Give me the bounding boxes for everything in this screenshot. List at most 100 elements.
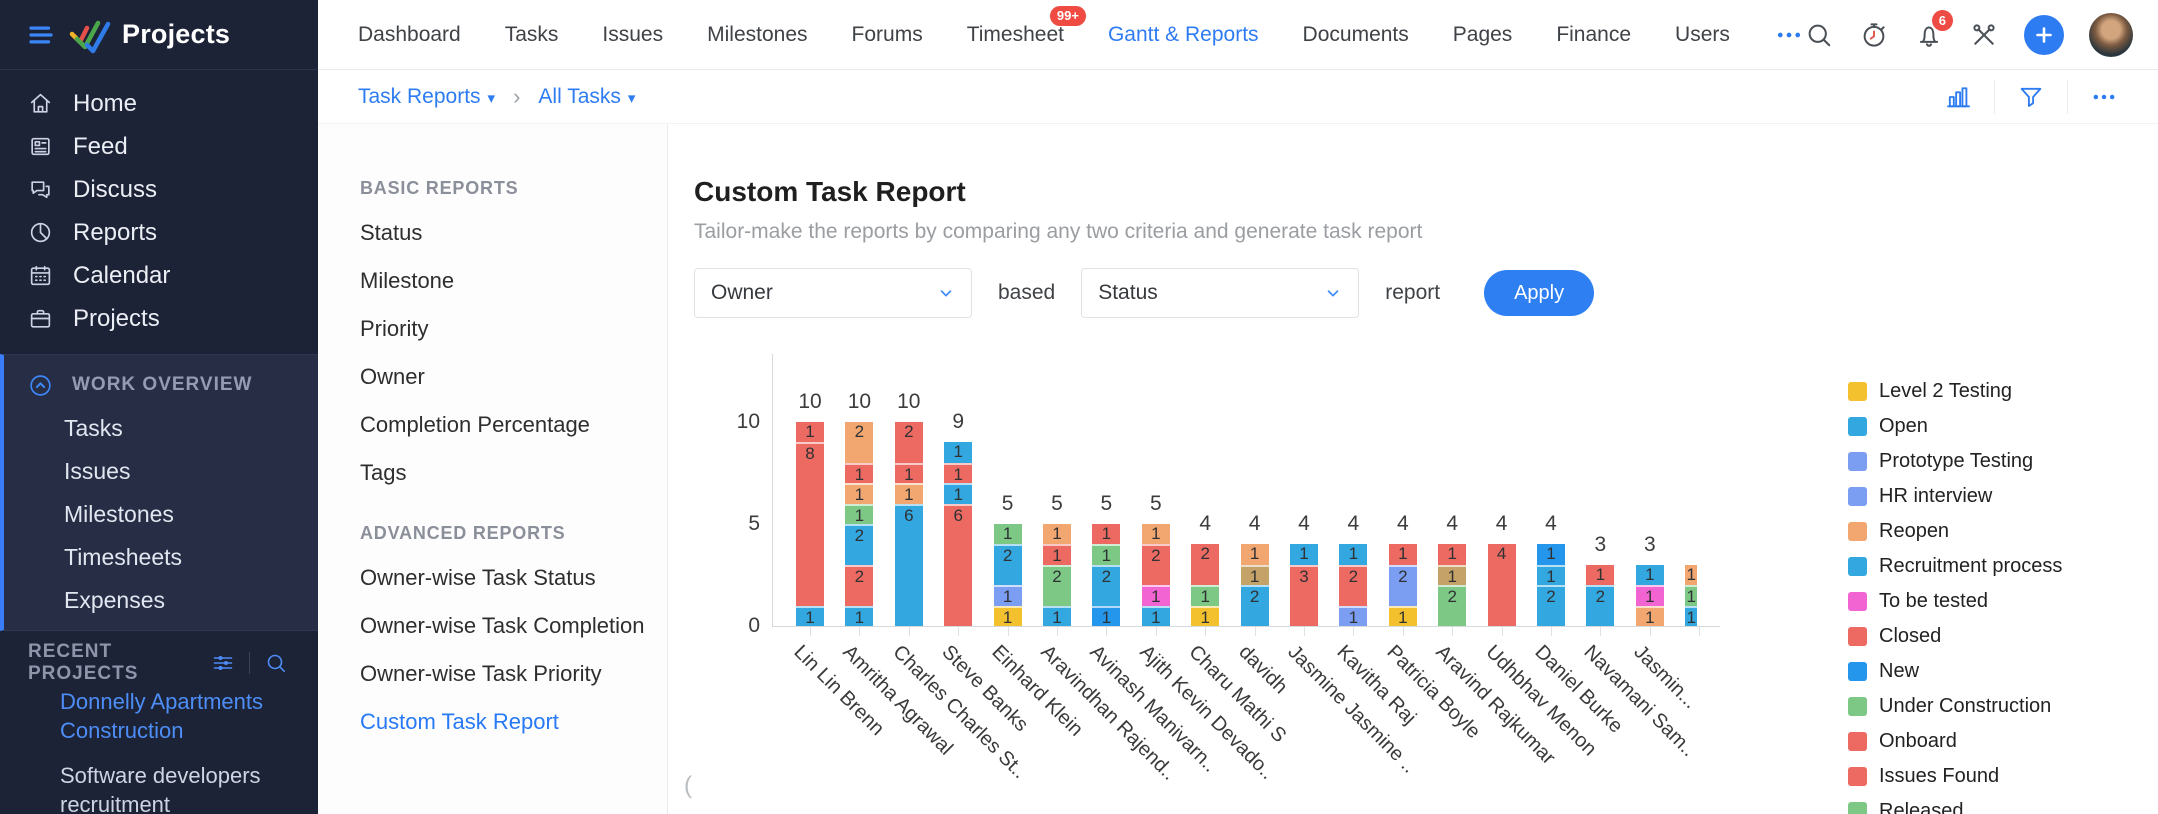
hamburger-menu-icon[interactable]: [26, 20, 56, 50]
bar-daniel-burke[interactable]: 112: [1537, 544, 1565, 626]
report-item-tags[interactable]: Tags: [360, 449, 667, 497]
sidebar-item-milestones[interactable]: Milestones: [4, 493, 318, 536]
bar-segment-red: 8: [796, 442, 824, 606]
nav-item-gantt-reports[interactable]: Gantt & Reports: [1108, 23, 1259, 47]
sidebar-item-timesheets[interactable]: Timesheets: [4, 536, 318, 579]
bar-avinash-manivarn[interactable]: 1121: [1092, 524, 1121, 626]
sliders-icon[interactable]: [211, 651, 235, 675]
work-overview-header[interactable]: WORK OVERVIEW: [4, 363, 318, 407]
legend-item-closed[interactable]: Closed: [1848, 625, 2062, 648]
bar-navamani-sam[interactable]: 12: [1586, 564, 1615, 626]
sidebar-item-feed[interactable]: Feed: [0, 125, 318, 168]
nav-item-users[interactable]: Users: [1675, 23, 1730, 47]
add-icon[interactable]: [2023, 14, 2064, 55]
search-projects-icon[interactable]: [264, 651, 288, 675]
segment-value: 2: [1595, 587, 1606, 607]
chart-view-icon[interactable]: [1944, 83, 1972, 111]
bar-segment-pink: 1: [1141, 585, 1170, 606]
bar-aravindhan-rajend[interactable]: 1121: [1043, 524, 1071, 626]
breadcrumb-row: Task Reports ▾ › All Tasks ▾: [318, 70, 2158, 124]
search-icon[interactable]: [1804, 20, 1834, 50]
legend-item-new[interactable]: New: [1848, 660, 2062, 683]
legend-item-recruitment-process[interactable]: Recruitment process: [1848, 555, 2062, 578]
bar-segment-red: 1: [1586, 564, 1615, 586]
report-item-completion-percentage[interactable]: Completion Percentage: [360, 401, 667, 449]
sidebar-item-tasks[interactable]: Tasks: [4, 407, 318, 450]
report-item-status[interactable]: Status: [360, 209, 667, 257]
nav-item-milestones[interactable]: Milestones: [707, 23, 807, 47]
legend-item-hr-interview[interactable]: HR interview: [1848, 485, 2062, 508]
nav-item-finance[interactable]: Finance: [1556, 23, 1631, 47]
report-item-owner-wise-task-priority[interactable]: Owner-wise Task Priority: [360, 650, 667, 698]
sidebar-item-reports[interactable]: Reports: [0, 211, 318, 254]
x-axis-tick: [1551, 627, 1552, 636]
bar-steve-banks[interactable]: 1116: [944, 442, 973, 626]
bar-lin-lin-brenn[interactable]: 1 8 1: [796, 422, 824, 626]
filter-icon[interactable]: [2017, 83, 2045, 111]
nav-item-dashboard[interactable]: Dashboard: [358, 23, 461, 47]
tools-icon[interactable]: [1969, 20, 1999, 50]
nav-item-issues[interactable]: Issues: [602, 23, 663, 47]
zoho-projects-logo-icon[interactable]: [68, 15, 112, 55]
report-item-custom-task-report[interactable]: Custom Task Report: [360, 698, 667, 746]
nav-item-timesheet[interactable]: Timesheet 99+: [967, 5, 1086, 47]
recent-projects-header: RECENT PROJECTS: [0, 641, 318, 684]
bar-udhbhav-menon[interactable]: 4: [1487, 544, 1516, 626]
nav-item-forums[interactable]: Forums: [852, 23, 923, 47]
nav-item-more-menu[interactable]: [1774, 20, 1804, 50]
segment-value: 8: [805, 444, 815, 464]
report-item-owner-wise-task-completion[interactable]: Owner-wise Task Completion: [360, 602, 667, 650]
sidebar-item-expenses[interactable]: Expenses: [4, 579, 318, 622]
nav-item-pages[interactable]: Pages: [1453, 23, 1513, 47]
nav-item-documents[interactable]: Documents: [1303, 23, 1409, 47]
legend-item-released[interactable]: Released: [1848, 800, 2062, 814]
sidebar-item-projects[interactable]: Projects: [0, 297, 318, 340]
second-criteria-select[interactable]: Status: [1081, 268, 1360, 318]
legend-item-reopen[interactable]: Reopen: [1848, 520, 2062, 543]
bar-jasmin[interactable]: 111: [1635, 564, 1664, 626]
breadcrumb-task-reports[interactable]: Task Reports ▾: [358, 85, 495, 109]
bar-partial[interactable]: 111: [1685, 564, 1698, 626]
sidebar-item-calendar[interactable]: Calendar: [0, 254, 318, 297]
bar-patricia-boyle[interactable]: 121: [1388, 544, 1417, 626]
bar-jasmine-jasmine[interactable]: 13: [1290, 544, 1318, 626]
report-item-owner[interactable]: Owner: [360, 353, 667, 401]
bar-segment-green: 2: [1438, 585, 1467, 626]
user-avatar[interactable]: [2088, 12, 2133, 57]
bar-charu-mathi-s[interactable]: 2 11: [1191, 544, 1220, 626]
bell-icon[interactable]: 6: [1914, 9, 1953, 50]
legend-item-level-2-testing[interactable]: Level 2 Testing: [1848, 380, 2062, 403]
recent-project-donnelly-apartments-construction[interactable]: Donnelly Apartments Construction: [0, 681, 318, 755]
bar-aravind-rajkumar[interactable]: 112: [1438, 544, 1467, 626]
bar-charles-charles-st[interactable]: 2116: [894, 422, 923, 626]
bar-einhard-klein[interactable]: 1211: [993, 524, 1022, 626]
bar-davidh[interactable]: 112: [1240, 544, 1269, 626]
apply-button[interactable]: Apply: [1484, 270, 1595, 316]
legend-item-onboard[interactable]: Onboard: [1848, 730, 2062, 753]
bar-segment-red: 2: [845, 564, 874, 606]
legend-item-issues-found[interactable]: Issues Found: [1848, 765, 2062, 788]
bar-kavitha-raj[interactable]: 121: [1339, 544, 1368, 626]
chart-prev-arrow[interactable]: (: [684, 772, 692, 800]
report-controls: Owner based Status report Apply: [694, 268, 2158, 318]
timer-icon[interactable]: [1859, 20, 1889, 50]
legend-item-to-be-tested[interactable]: To be tested: [1848, 590, 2062, 613]
divider: [1994, 79, 1995, 114]
report-item-milestone[interactable]: Milestone: [360, 257, 667, 305]
report-item-priority[interactable]: Priority: [360, 305, 667, 353]
reports-section-title: ADVANCED REPORTS: [360, 523, 566, 543]
bar-amritha-agrawal[interactable]: 2111221: [845, 422, 874, 626]
legend-item-under-construction[interactable]: Under Construction: [1848, 695, 2062, 718]
report-item-owner-wise-task-status[interactable]: Owner-wise Task Status: [360, 554, 667, 602]
bar-ajith-kevin-devado[interactable]: 1211: [1141, 524, 1170, 626]
legend-item-open[interactable]: Open: [1848, 415, 2062, 438]
legend-item-prototype-testing[interactable]: Prototype Testing: [1848, 450, 2062, 473]
more-options-icon[interactable]: [2090, 83, 2118, 111]
sidebar-item-discuss[interactable]: Discuss: [0, 168, 318, 211]
first-criteria-select[interactable]: Owner: [694, 268, 972, 318]
breadcrumb-all-tasks[interactable]: All Tasks ▾: [538, 85, 635, 109]
sidebar-item-issues[interactable]: Issues: [4, 450, 318, 493]
recent-project-software-developers-recruitment[interactable]: Software developers recruitment: [0, 755, 318, 814]
sidebar-item-home[interactable]: Home: [0, 82, 318, 125]
nav-item-tasks[interactable]: Tasks: [505, 23, 559, 47]
